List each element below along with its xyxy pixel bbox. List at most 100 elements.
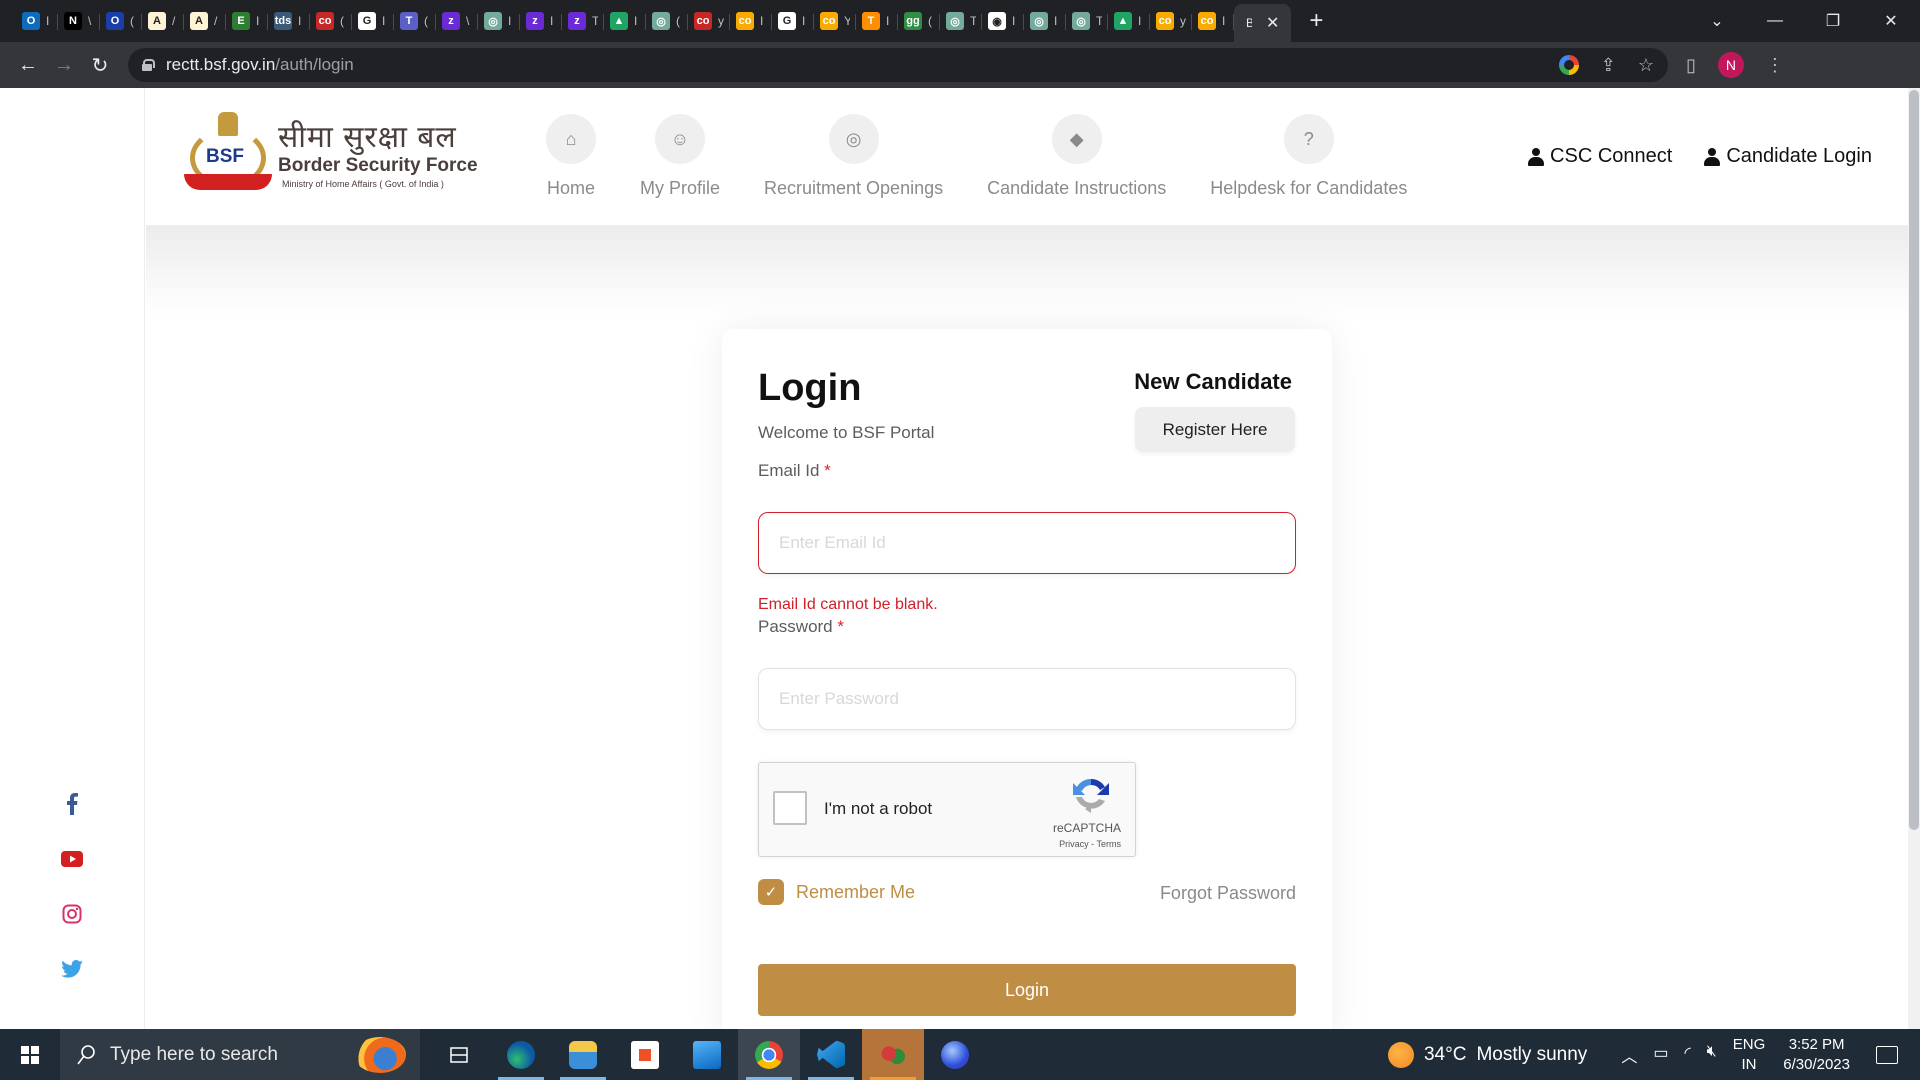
nav-item-home[interactable]: ⌂ Home [546, 114, 596, 199]
browser-tab[interactable]: GI [772, 6, 814, 36]
share-icon[interactable]: ⇪ [1601, 55, 1616, 76]
forward-button[interactable]: → [46, 47, 82, 83]
page-scrollbar[interactable] [1908, 88, 1920, 1029]
browser-tab[interactable]: ◎( [646, 6, 688, 36]
taskbar-search[interactable]: Type here to search [60, 1029, 420, 1080]
browser-tab[interactable]: z \ [436, 6, 478, 36]
browser-tab[interactable]: ◎ I [1024, 6, 1066, 36]
email-label: Email Id * [758, 461, 831, 481]
browser-tab[interactable]: EI [226, 6, 268, 36]
browser-tab[interactable]: OI [16, 6, 58, 36]
scrollbar-thumb[interactable] [1909, 90, 1919, 830]
browser-tab[interactable]: co I [1192, 6, 1234, 36]
minimize-button[interactable]: — [1746, 12, 1804, 30]
browser-tab[interactable]: A / [184, 6, 226, 36]
tab-search-icon[interactable]: ⌄ [1688, 11, 1746, 31]
instagram-icon[interactable] [60, 902, 84, 926]
browser-tab[interactable]: gg ( [898, 6, 940, 36]
partly-sunny-icon [1387, 1041, 1414, 1068]
new-tab-button[interactable]: + [1309, 9, 1323, 33]
browser-tab[interactable]: co y [688, 6, 730, 36]
browser-tab[interactable]: co ( [310, 6, 352, 36]
store-app[interactable] [614, 1029, 676, 1080]
browser-tab[interactable]: co Y [814, 6, 856, 36]
browser-tab[interactable]: ▲ I [604, 6, 646, 36]
file-explorer-app[interactable] [552, 1029, 614, 1080]
restore-button[interactable]: ❐ [1804, 11, 1862, 31]
profile-avatar[interactable]: N [1717, 52, 1744, 78]
task-view-button[interactable] [428, 1029, 490, 1080]
email-input[interactable] [758, 512, 1296, 574]
back-button[interactable]: ← [10, 47, 46, 83]
remember-me-checkbox[interactable]: ✓ Remember Me [758, 879, 915, 905]
candidate-login-link[interactable]: Candidate Login [1704, 145, 1872, 168]
google-lens-icon[interactable] [1558, 55, 1579, 75]
browser-tab[interactable]: zT [562, 6, 604, 36]
password-input[interactable] [758, 668, 1296, 730]
clock-time: 3:52 PM [1788, 1035, 1845, 1053]
browser-tab[interactable]: TI [856, 6, 898, 36]
nav-item-helpdesk-for-candidates[interactable]: ? Helpdesk for Candidates [1210, 114, 1407, 199]
browser-tab[interactable]: ◎ I [478, 6, 520, 36]
csc-connect-label: CSC Connect [1550, 145, 1673, 167]
login-submit-button[interactable]: Login [758, 964, 1296, 1016]
clock-date: 6/30/2023 [1783, 1055, 1850, 1073]
recaptcha-checkbox[interactable] [773, 791, 807, 825]
browser-tab[interactable]: T( [394, 6, 436, 36]
forgot-password-link[interactable]: Forgot Password [1160, 883, 1296, 904]
chatgpt-icon: ◎ [1030, 12, 1048, 30]
close-window-button[interactable]: ✕ [1862, 11, 1920, 31]
battery-icon[interactable]: ▭ [1653, 1043, 1668, 1067]
chrome-app[interactable] [738, 1029, 800, 1080]
user-nav: CSC Connect Candidate Login [1528, 145, 1872, 168]
browser-tab[interactable]: O( [100, 6, 142, 36]
active-tab[interactable]: B ✕ [1234, 4, 1292, 42]
register-button[interactable]: Register Here [1135, 407, 1295, 452]
wifi-icon[interactable]: ◜ [1684, 1043, 1690, 1067]
address-bar[interactable]: rectt.bsf.gov.in /auth/login ⇪ ☆ [128, 48, 1668, 82]
volume-muted-icon[interactable]: 🔇︎ [1707, 1043, 1717, 1067]
browser-tab[interactable]: co I [730, 6, 772, 36]
facebook-icon[interactable] [60, 792, 84, 816]
edge-app[interactable] [490, 1029, 552, 1080]
tab-title: ( [928, 14, 932, 28]
browser-tab[interactable]: co y [1150, 6, 1192, 36]
chevron-up-icon[interactable]: ︿ [1621, 1043, 1637, 1067]
twitter-icon[interactable] [60, 957, 84, 981]
clock[interactable]: 3:52 PM 6/30/2023 [1783, 1035, 1850, 1075]
youtube-icon[interactable] [60, 847, 84, 871]
side-panel-icon[interactable]: ▯ [1686, 55, 1696, 76]
csc-connect-link[interactable]: CSC Connect [1528, 145, 1672, 168]
tab-title: ( [424, 14, 428, 28]
nav-item-my-profile[interactable]: ☺ My Profile [640, 114, 720, 199]
mask-icon: E [232, 12, 250, 30]
tab-title: / [214, 14, 218, 28]
nav-label: Helpdesk for Candidates [1210, 178, 1408, 198]
browser-tab[interactable]: ◉ I [982, 6, 1024, 36]
browser-tab[interactable]: ◎ T [940, 6, 982, 36]
weather-widget[interactable]: 34°C Mostly sunny [1387, 1041, 1587, 1068]
browser-tab[interactable]: tds I [268, 6, 310, 36]
start-button[interactable] [0, 1029, 60, 1080]
masks-app[interactable] [862, 1029, 924, 1080]
browser-tab[interactable]: ◎ T [1066, 6, 1108, 36]
browser-tab[interactable]: A / [142, 6, 184, 36]
browser-tab[interactable]: N \ [58, 6, 100, 36]
mail-app[interactable] [676, 1029, 738, 1080]
nav-item-candidate-instructions[interactable]: ◆ Candidate Instructions [987, 114, 1166, 199]
bsf-logo[interactable]: BSF सीमा सुरक्षा बल Border Security Forc… [184, 110, 478, 202]
lock-icon[interactable] [142, 59, 155, 71]
notification-center-icon[interactable] [1876, 1045, 1898, 1064]
vscode-app[interactable] [800, 1029, 862, 1080]
nav-item-recruitment-openings[interactable]: ◎ Recruitment Openings [764, 114, 943, 199]
browser-tab[interactable]: GI [352, 6, 394, 36]
bookmark-star-icon[interactable]: ☆ [1638, 55, 1654, 76]
language-indicator[interactable]: ENG IN [1733, 1035, 1766, 1075]
globe-app[interactable] [924, 1029, 986, 1080]
browser-tab[interactable]: ▲ I [1108, 6, 1150, 36]
recaptcha-privacy-terms[interactable]: Privacy - Terms [1059, 839, 1121, 849]
menu-kebab-icon[interactable]: ⋮ [1766, 55, 1784, 76]
close-tab-icon[interactable]: ✕ [1266, 13, 1279, 33]
browser-tab[interactable]: zI [520, 6, 562, 36]
reload-button[interactable]: ↻ [82, 47, 118, 83]
